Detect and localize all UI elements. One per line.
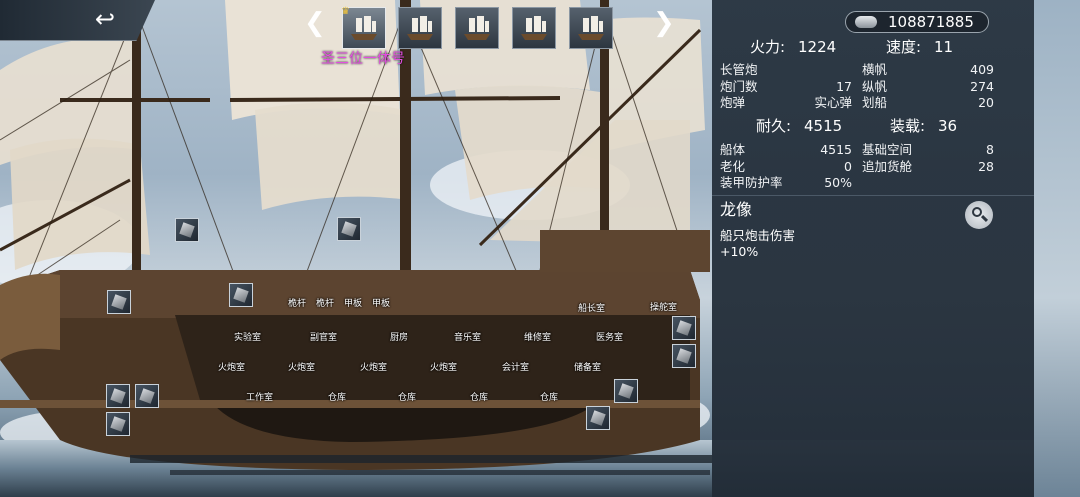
fore-aft-sail-label: 纵帆 [862, 79, 888, 94]
square-sail-value: 409 [970, 62, 994, 77]
ship-slot[interactable] [512, 7, 556, 49]
firepower-value: 1224 [798, 38, 837, 56]
ship-slot[interactable] [398, 7, 442, 49]
capacity-label: 装载: [890, 117, 926, 135]
room-label[interactable]: 桅杆 [288, 296, 306, 309]
currency-value: 108871885 [888, 13, 974, 31]
selected-ship-name: 圣三位一体号 [321, 51, 405, 67]
equipment-slot[interactable] [337, 217, 361, 241]
chevron-right-icon[interactable]: ❯ [653, 8, 675, 38]
ship-stats-panel: 108871885 火力: 1224 速度: 11 长管炮 炮门数 17 炮弹 … [712, 0, 1034, 497]
hull-label: 船体 [720, 142, 746, 157]
equipment-slot[interactable] [672, 316, 696, 340]
coin-icon [855, 16, 877, 28]
armor-label: 装甲防护率 [720, 175, 783, 190]
base-space-label: 基础空间 [862, 142, 913, 157]
equipment-slot[interactable] [672, 344, 696, 368]
room-label[interactable]: 甲板 [344, 296, 362, 309]
extra-cargo-label: 追加货舱 [862, 159, 913, 174]
magnifier-button[interactable] [965, 201, 993, 229]
equipment-slot[interactable] [229, 283, 253, 307]
equipment-slot[interactable] [614, 379, 638, 403]
equipment-slot[interactable] [107, 290, 131, 314]
magnifier-icon [972, 207, 982, 217]
aging-label: 老化 [720, 159, 746, 174]
hull-value: 4515 [820, 142, 852, 157]
room-label[interactable]: 火炮室 [288, 360, 315, 373]
divider [712, 195, 1034, 196]
cannon-type: 长管炮 [720, 62, 758, 77]
chevron-left-icon[interactable]: ❮ [304, 8, 326, 38]
ship-slot[interactable] [569, 7, 613, 49]
rowing-value: 20 [978, 95, 994, 110]
ship-icon [407, 16, 433, 40]
room-label[interactable]: 甲板 [372, 296, 390, 309]
ship-icon [351, 16, 377, 40]
room-label[interactable]: 仓库 [398, 390, 416, 403]
fore-aft-sail-value: 274 [970, 79, 994, 94]
room-label[interactable]: 厨房 [390, 330, 408, 343]
durability-value: 4515 [804, 117, 843, 135]
ship-icon [578, 16, 604, 40]
room-label[interactable]: 维修室 [524, 330, 551, 343]
ammo-label: 炮弹 [720, 95, 746, 110]
figurehead-title: 龙像 [720, 200, 753, 219]
equipment-slot[interactable] [586, 406, 610, 430]
speed-value: 11 [934, 38, 954, 56]
equipment-slot[interactable] [175, 218, 199, 242]
back-button[interactable]: ↩ [0, 0, 155, 41]
room-label[interactable]: 医务室 [596, 330, 623, 343]
room-label[interactable]: 储备室 [574, 360, 601, 373]
extra-cargo-value: 28 [978, 159, 994, 174]
equipment-slot[interactable] [106, 412, 130, 436]
rowing-label: 划船 [862, 95, 888, 110]
room-label[interactable]: 火炮室 [218, 360, 245, 373]
ammo-value: 实心弹 [814, 95, 852, 110]
room-label[interactable]: 工作室 [246, 390, 273, 403]
ship-icon [521, 16, 547, 40]
room-label[interactable]: 仓库 [540, 390, 558, 403]
figurehead-bonus: +10% [720, 244, 759, 259]
base-space-value: 8 [986, 142, 994, 157]
equipment-slot[interactable] [106, 384, 130, 408]
back-arrow-icon: ↩ [95, 5, 116, 33]
room-label[interactable]: 仓库 [470, 390, 488, 403]
room-label[interactable]: 实验室 [234, 330, 261, 343]
room-label[interactable]: 副官室 [310, 330, 337, 343]
currency-display: 108871885 [845, 11, 989, 33]
armor-value: 50% [824, 175, 852, 190]
square-sail-label: 横帆 [862, 62, 888, 77]
gun-ports-label: 炮门数 [720, 79, 758, 94]
room-label[interactable]: 桅杆 [316, 296, 334, 309]
aging-value: 0 [844, 159, 852, 174]
figurehead-effect: 船只炮击伤害 [720, 228, 796, 243]
room-label[interactable]: 仓库 [328, 390, 346, 403]
room-label[interactable]: 火炮室 [360, 360, 387, 373]
durability-label: 耐久: [756, 117, 792, 135]
figurehead-desc: 船只炮击伤害 +10% [720, 228, 795, 260]
room-label[interactable]: 火炮室 [430, 360, 457, 373]
crown-icon: ♛ [341, 6, 350, 17]
speed-label: 速度: [886, 38, 922, 56]
firepower-label: 火力: [750, 38, 786, 56]
ship-slot[interactable] [455, 7, 499, 49]
room-label[interactable]: 会计室 [502, 360, 529, 373]
equipment-slot[interactable] [135, 384, 159, 408]
gun-ports-value: 17 [836, 79, 852, 94]
capacity-value: 36 [938, 117, 958, 135]
room-label[interactable]: 船长室 [578, 301, 605, 314]
room-label[interactable]: 操舵室 [650, 300, 677, 313]
room-label[interactable]: 音乐室 [454, 330, 481, 343]
sky-edge [1034, 0, 1080, 497]
ship-icon [464, 16, 490, 40]
